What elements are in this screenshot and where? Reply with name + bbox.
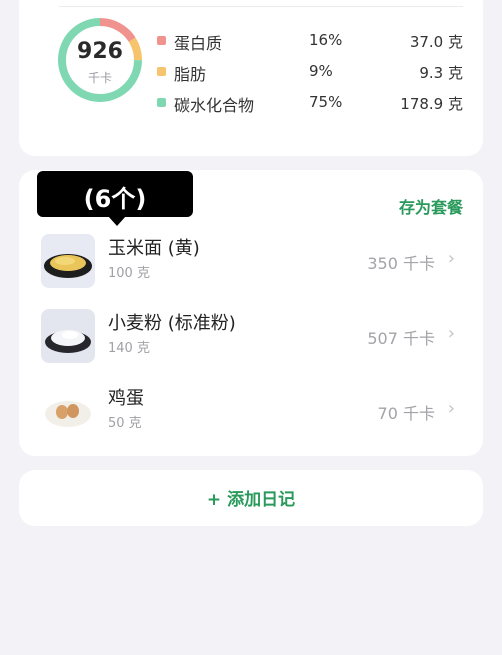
food-amount: 140 克 [108, 341, 150, 356]
carbs-color-dot [157, 98, 166, 107]
macro-row-protein: 蛋白质 16% 37.0 克 [157, 29, 483, 53]
add-diary-button[interactable]: + 添加日记 [19, 485, 483, 510]
food-name: 小麦粉 (标准粉) [108, 313, 236, 334]
divider [59, 6, 463, 7]
food-calories: 70 千卡 [377, 404, 435, 423]
food-item-flour[interactable]: 小麦粉 (标准粉) 140 克 507 千卡 › [19, 309, 483, 371]
nutrition-summary-card: 926 千卡 蛋白质 16% 37.0 克 脂肪 9% 9.3 克 碳水化合物 … [19, 0, 483, 156]
macro-amount: 178.9 克 [400, 95, 463, 113]
add-diary-card[interactable]: + 添加日记 [19, 470, 483, 526]
macro-percent: 16% [309, 31, 343, 49]
total-calories: 926 [77, 39, 123, 64]
food-amount: 50 克 [108, 416, 142, 431]
food-name: 玉米面 (黄) [108, 238, 200, 259]
flour-icon [41, 309, 95, 363]
food-item-egg[interactable]: 鸡蛋 50 克 70 千卡 › [19, 384, 483, 446]
tooltip-pointer [108, 216, 126, 226]
food-calories: 507 千卡 [367, 329, 435, 348]
chevron-right-icon: › [447, 323, 455, 344]
chevron-right-icon: › [447, 248, 455, 269]
tooltip-text: (6个) [83, 185, 147, 213]
macro-row-fat: 脂肪 9% 9.3 克 [157, 60, 483, 84]
food-amount: 100 克 [108, 266, 150, 281]
macro-percent: 9% [309, 62, 333, 80]
macro-amount: 9.3 克 [419, 64, 463, 82]
item-count-tooltip: (6个) [37, 171, 193, 226]
calorie-ring: 926 千卡 [57, 17, 143, 103]
egg-icon [41, 384, 95, 438]
macro-amount: 37.0 克 [409, 33, 463, 51]
food-item-cornmeal[interactable]: 玉米面 (黄) 100 克 350 千卡 › [19, 234, 483, 296]
macro-name: 脂肪 [174, 65, 207, 84]
macro-percent: 75% [309, 93, 343, 111]
protein-color-dot [157, 36, 166, 45]
cornmeal-icon [41, 234, 95, 288]
save-as-combo-button[interactable]: 存为套餐 [399, 194, 463, 218]
food-name: 鸡蛋 [108, 388, 144, 409]
calories-unit: 千卡 [87, 71, 112, 85]
macro-row-carbs: 碳水化合物 75% 178.9 克 [157, 91, 483, 115]
food-calories: 350 千卡 [367, 254, 435, 273]
macro-name: 蛋白质 [174, 34, 223, 53]
chevron-right-icon: › [447, 398, 455, 419]
macro-name: 碳水化合物 [174, 96, 255, 115]
fat-color-dot [157, 67, 166, 76]
